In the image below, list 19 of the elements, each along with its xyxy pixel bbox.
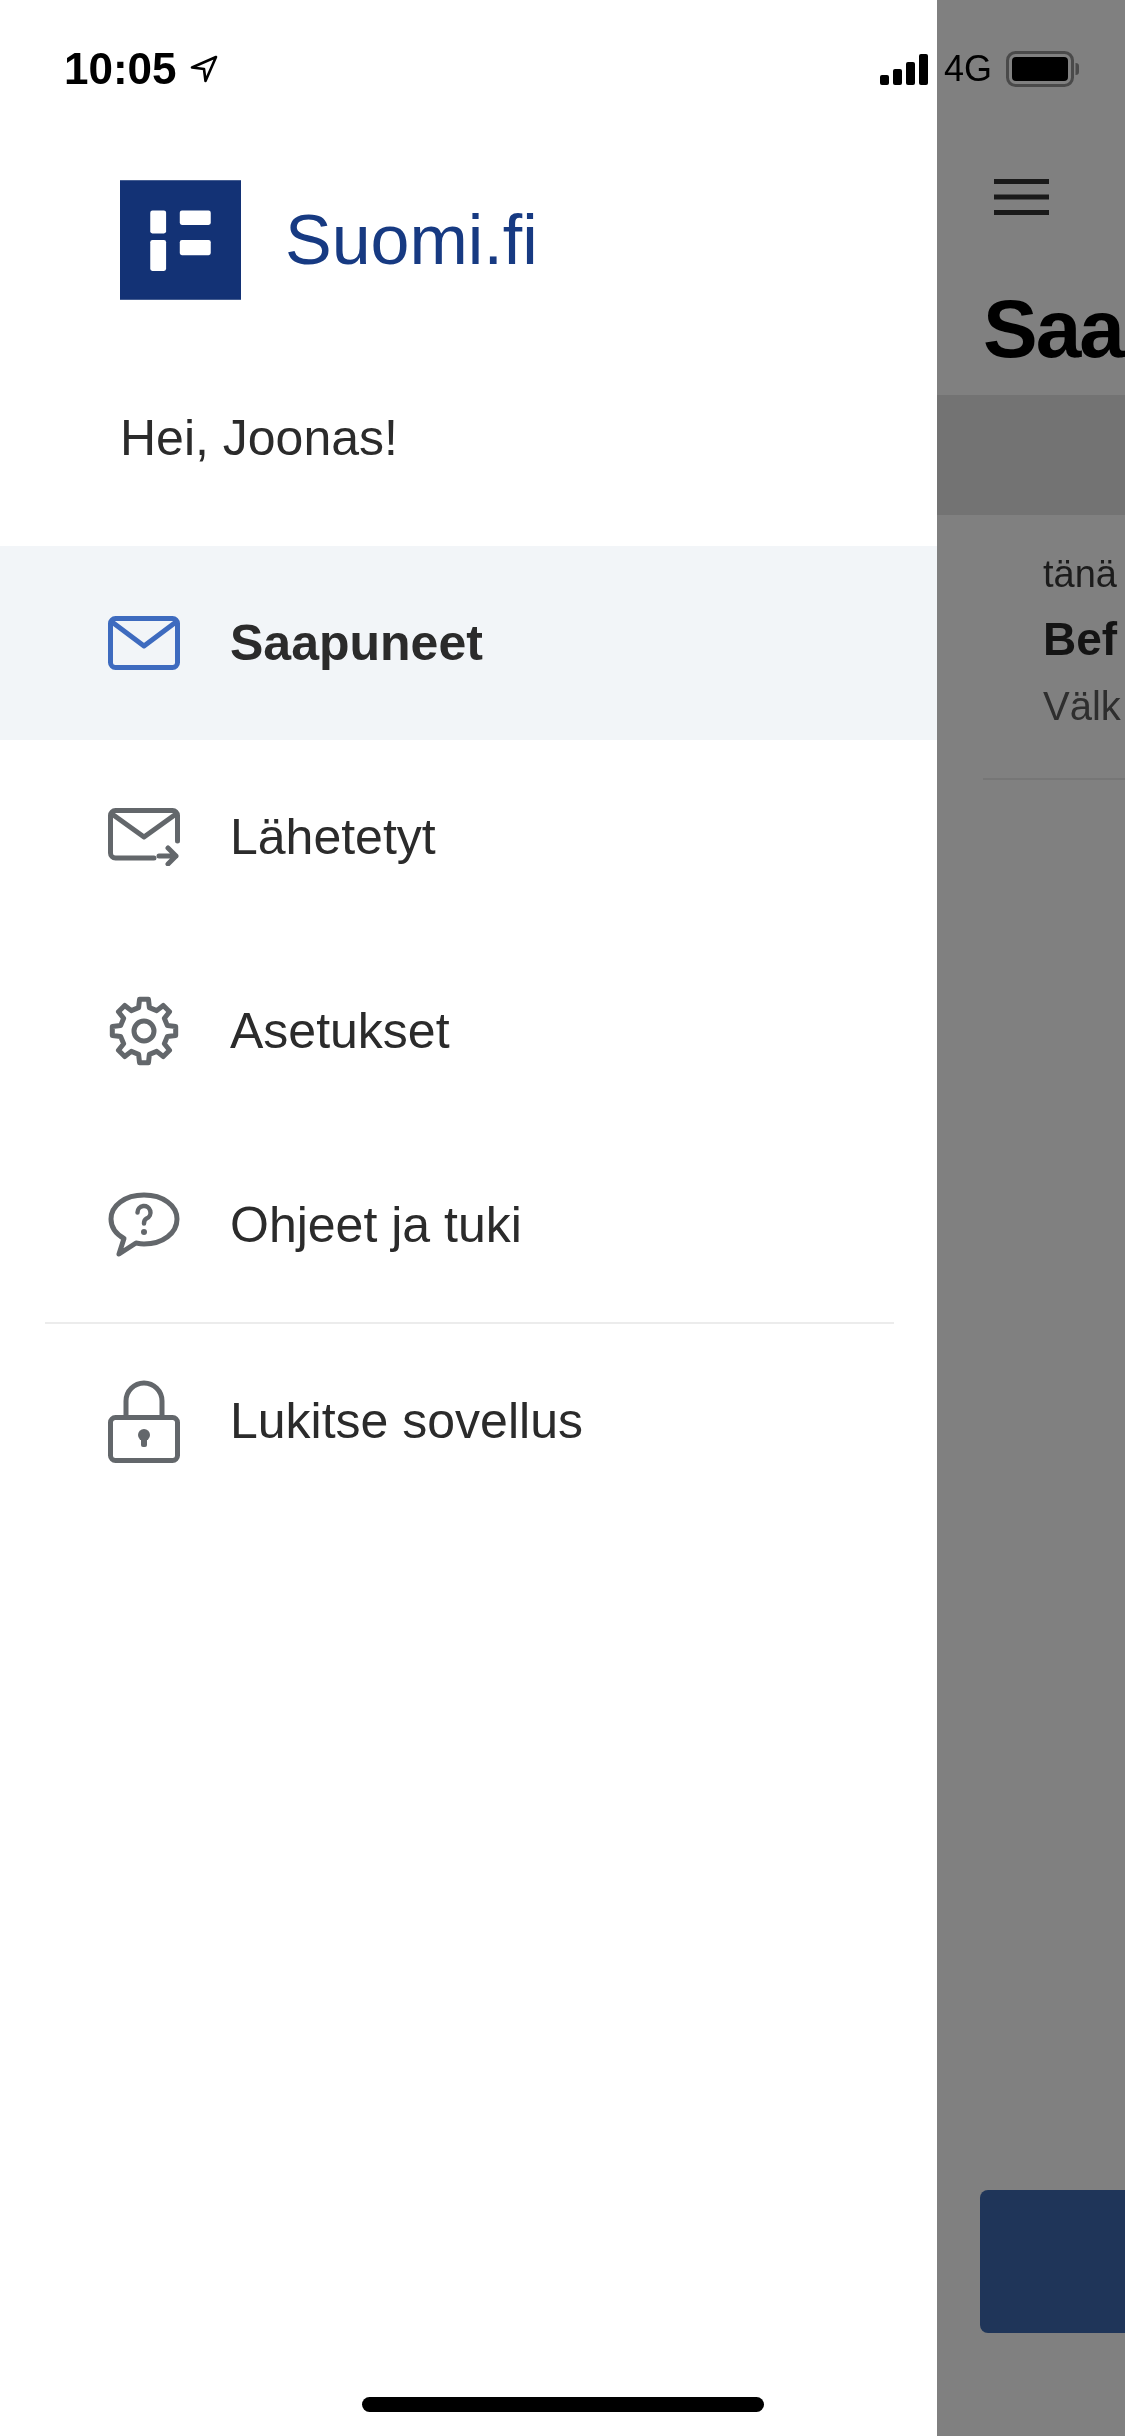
list-item-title: Bef (1043, 611, 1118, 667)
screen-title: Saa (983, 288, 1123, 370)
menu-item[interactable]: Saapuneet (0, 546, 937, 740)
status-time: 10:05 (64, 47, 177, 91)
envelope-icon (108, 616, 180, 670)
battery-icon (1006, 51, 1080, 87)
menu-icon (994, 179, 1049, 215)
network-label: 4G (943, 51, 992, 87)
signal-icon (879, 53, 930, 85)
list-item-text: Välk (1043, 682, 1121, 730)
settings-icon (108, 995, 180, 1067)
greeting-text: Hei, Joonas! (120, 409, 398, 468)
envelope-arrow-icon (108, 808, 180, 866)
logo-icon (120, 180, 241, 300)
padlock-icon (108, 1379, 180, 1463)
location-arrow-icon (188, 54, 219, 84)
list-item-text: tänä (1043, 552, 1117, 597)
logo-text: Suomi.fi (285, 205, 538, 275)
question-bubble-icon (108, 1192, 180, 1258)
